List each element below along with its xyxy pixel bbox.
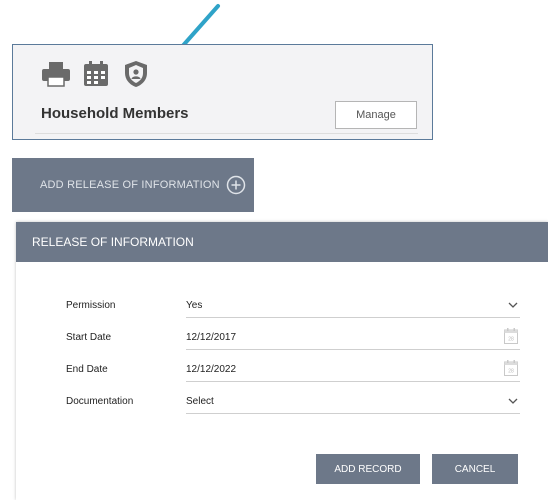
documentation-label: Documentation	[66, 396, 134, 407]
svg-text:28: 28	[508, 369, 514, 375]
release-of-information-form: RELEASE OF INFORMATION Permission Yes St…	[16, 222, 548, 500]
toolbar	[41, 59, 151, 89]
add-release-of-information-button[interactable]: ADD RELEASE OF INFORMATION	[12, 158, 254, 212]
permission-value: Yes	[186, 300, 203, 311]
start-date-row: Start Date 12/12/2017 28	[16, 324, 548, 354]
start-date-value: 12/12/2017	[186, 332, 237, 343]
chevron-down-icon	[508, 398, 518, 404]
divider	[35, 133, 418, 134]
shield-icon[interactable]	[121, 59, 151, 89]
end-date-label: End Date	[66, 364, 108, 375]
documentation-select[interactable]: Select	[186, 388, 520, 414]
calendar-icon[interactable]	[81, 59, 111, 89]
end-date-row: End Date 12/12/2022 28	[16, 356, 548, 386]
svg-text:28: 28	[508, 337, 514, 343]
permission-row: Permission Yes	[16, 292, 548, 322]
form-header: RELEASE OF INFORMATION	[16, 222, 548, 262]
add-record-button[interactable]: ADD RECORD	[316, 454, 420, 484]
start-date-label: Start Date	[66, 332, 112, 343]
plus-circle-icon	[226, 175, 246, 195]
household-members-panel: Household Members Manage	[12, 44, 433, 140]
permission-label: Permission	[66, 300, 116, 311]
manage-button[interactable]: Manage	[335, 101, 417, 129]
add-release-label: ADD RELEASE OF INFORMATION	[40, 179, 220, 191]
documentation-row: Documentation Select	[16, 388, 548, 418]
panel-title: Household Members	[41, 105, 189, 122]
cancel-button[interactable]: CANCEL	[432, 454, 518, 484]
end-date-field[interactable]: 12/12/2022 28	[186, 356, 520, 382]
calendar-icon[interactable]: 28	[504, 328, 518, 344]
permission-select[interactable]: Yes	[186, 292, 520, 318]
end-date-value: 12/12/2022	[186, 364, 237, 375]
chevron-down-icon	[508, 302, 518, 308]
start-date-field[interactable]: 12/12/2017 28	[186, 324, 520, 350]
documentation-value: Select	[186, 396, 214, 407]
calendar-icon[interactable]: 28	[504, 360, 518, 376]
printer-icon[interactable]	[41, 59, 71, 89]
